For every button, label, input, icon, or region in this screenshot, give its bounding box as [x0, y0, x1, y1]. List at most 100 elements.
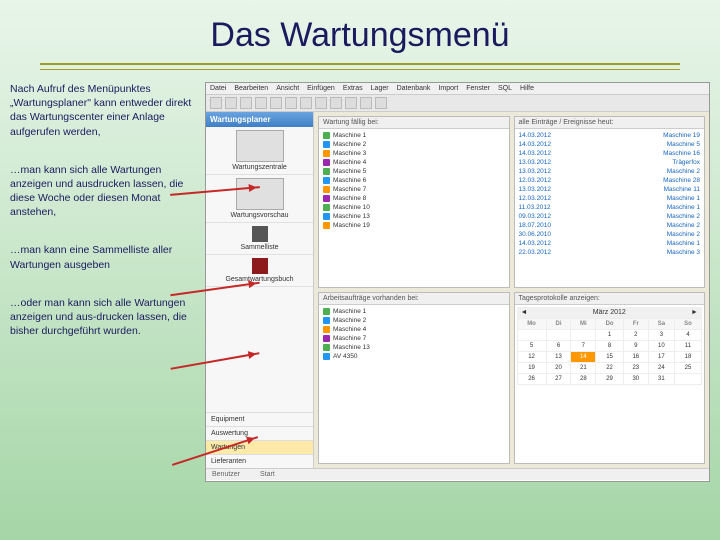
toolbar-button[interactable] — [270, 97, 282, 109]
list-item[interactable]: 18.07.2010Maschine 2 — [517, 221, 703, 230]
cal-day[interactable]: 16 — [623, 352, 648, 363]
sidebar-item-sammelliste[interactable]: Sammelliste — [206, 223, 313, 255]
menu-item[interactable]: Import — [438, 85, 458, 92]
toolbar-button[interactable] — [375, 97, 387, 109]
cal-day[interactable]: 29 — [596, 374, 624, 385]
menu-item[interactable]: Lager — [371, 85, 389, 92]
menu-item[interactable]: Hilfe — [520, 85, 534, 92]
toolbar-button[interactable] — [210, 97, 222, 109]
toolbar-button[interactable] — [255, 97, 267, 109]
toolbar-button[interactable] — [225, 97, 237, 109]
cal-day[interactable]: 19 — [517, 363, 546, 374]
cal-day[interactable]: 25 — [674, 363, 701, 374]
cal-day[interactable]: 14 — [571, 352, 596, 363]
list-item[interactable]: 09.03.2012Maschine 2 — [517, 212, 703, 221]
cal-day[interactable] — [571, 330, 596, 341]
cal-day[interactable]: 26 — [517, 374, 546, 385]
cal-day[interactable]: 22 — [596, 363, 624, 374]
menubar: Datei Bearbeiten Ansicht Einfügen Extras… — [206, 83, 709, 95]
list-item[interactable]: 14.03.2012Maschine 1 — [517, 239, 703, 248]
cal-day[interactable] — [674, 374, 701, 385]
cal-day[interactable]: 30 — [623, 374, 648, 385]
list-item[interactable]: 11.03.2012Maschine 1 — [517, 203, 703, 212]
cal-next-icon[interactable]: ► — [691, 309, 698, 316]
list-item[interactable]: 30.06.2010Maschine 2 — [517, 230, 703, 239]
menu-item[interactable]: Bearbeiten — [234, 85, 268, 92]
menu-item[interactable]: Einfügen — [307, 85, 335, 92]
list-item[interactable]: 13.03.2012Trägerfox — [517, 158, 703, 167]
menu-item[interactable]: Datei — [210, 85, 226, 92]
cal-day[interactable]: 17 — [648, 352, 674, 363]
toolbar-button[interactable] — [345, 97, 357, 109]
toolbar-button[interactable] — [300, 97, 312, 109]
cal-day[interactable]: 31 — [648, 374, 674, 385]
cal-day[interactable]: 23 — [623, 363, 648, 374]
cal-day[interactable]: 18 — [674, 352, 701, 363]
cal-day[interactable]: 3 — [648, 330, 674, 341]
cal-day[interactable]: 8 — [596, 341, 624, 352]
list-item[interactable]: Maschine 7 — [321, 185, 507, 194]
cal-day[interactable]: 1 — [596, 330, 624, 341]
list-item[interactable]: Maschine 2 — [321, 140, 507, 149]
list-item[interactable]: Maschine 1 — [321, 307, 507, 316]
cal-day[interactable]: 12 — [517, 352, 546, 363]
toolbar-button[interactable] — [315, 97, 327, 109]
cal-day[interactable]: 20 — [546, 363, 571, 374]
nav-lieferanten[interactable]: Lieferanten — [206, 454, 313, 468]
toolbar-button[interactable] — [330, 97, 342, 109]
menu-item[interactable]: SQL — [498, 85, 512, 92]
list-item[interactable]: 13.03.2012Maschine 11 — [517, 185, 703, 194]
list-item[interactable]: 22.03.2012Maschine 3 — [517, 248, 703, 257]
list-item[interactable]: 14.03.2012Maschine 16 — [517, 149, 703, 158]
cal-day[interactable]: 24 — [648, 363, 674, 374]
cal-day[interactable] — [546, 330, 571, 341]
list-item[interactable]: Maschine 13 — [321, 212, 507, 221]
list-item[interactable]: Maschine 19 — [321, 221, 507, 230]
list-item[interactable]: 12.03.2012Maschine 28 — [517, 176, 703, 185]
cal-day[interactable]: 9 — [623, 341, 648, 352]
sidebar-item-wartungszentrale[interactable]: Wartungszentrale — [206, 127, 313, 175]
entry-date: 12.03.2012 — [519, 177, 552, 184]
cal-prev-icon[interactable]: ◄ — [521, 309, 528, 316]
list-item[interactable]: Maschine 8 — [321, 194, 507, 203]
cal-day[interactable]: 5 — [517, 341, 546, 352]
list-item[interactable]: Maschine 4 — [321, 158, 507, 167]
cal-day[interactable]: 15 — [596, 352, 624, 363]
cal-day[interactable] — [517, 330, 546, 341]
menu-item[interactable]: Ansicht — [276, 85, 299, 92]
list-item[interactable]: Maschine 10 — [321, 203, 507, 212]
cal-day[interactable]: 2 — [623, 330, 648, 341]
item-label: Maschine 13 — [333, 344, 370, 351]
cal-day[interactable]: 27 — [546, 374, 571, 385]
status-icon — [323, 177, 330, 184]
list-item[interactable]: 13.03.2012Maschine 2 — [517, 167, 703, 176]
list-item[interactable]: Maschine 5 — [321, 167, 507, 176]
menu-item[interactable]: Datenbank — [397, 85, 431, 92]
nav-equipment[interactable]: Equipment — [206, 412, 313, 426]
toolbar-button[interactable] — [360, 97, 372, 109]
list-item[interactable]: Maschine 4 — [321, 325, 507, 334]
list-item[interactable]: 14.03.2012Maschine 5 — [517, 140, 703, 149]
cal-day[interactable]: 10 — [648, 341, 674, 352]
toolbar-button[interactable] — [240, 97, 252, 109]
menu-item[interactable]: Fenster — [466, 85, 490, 92]
list-item[interactable]: Maschine 2 — [321, 316, 507, 325]
list-item[interactable]: Maschine 7 — [321, 334, 507, 343]
toolbar-button[interactable] — [285, 97, 297, 109]
list-item[interactable]: 14.03.2012Maschine 19 — [517, 131, 703, 140]
cal-day[interactable]: 7 — [571, 341, 596, 352]
cal-day[interactable]: 13 — [546, 352, 571, 363]
list-item[interactable]: Maschine 1 — [321, 131, 507, 140]
cal-day[interactable]: 6 — [546, 341, 571, 352]
nav-auswertung[interactable]: Auswertung — [206, 426, 313, 440]
list-item[interactable]: AV 4350 — [321, 352, 507, 361]
cal-day[interactable]: 4 — [674, 330, 701, 341]
cal-day[interactable]: 21 — [571, 363, 596, 374]
menu-item[interactable]: Extras — [343, 85, 363, 92]
cal-day[interactable]: 28 — [571, 374, 596, 385]
list-item[interactable]: Maschine 13 — [321, 343, 507, 352]
list-item[interactable]: Maschine 3 — [321, 149, 507, 158]
cal-day[interactable]: 11 — [674, 341, 701, 352]
list-item[interactable]: 12.03.2012Maschine 1 — [517, 194, 703, 203]
list-item[interactable]: Maschine 6 — [321, 176, 507, 185]
